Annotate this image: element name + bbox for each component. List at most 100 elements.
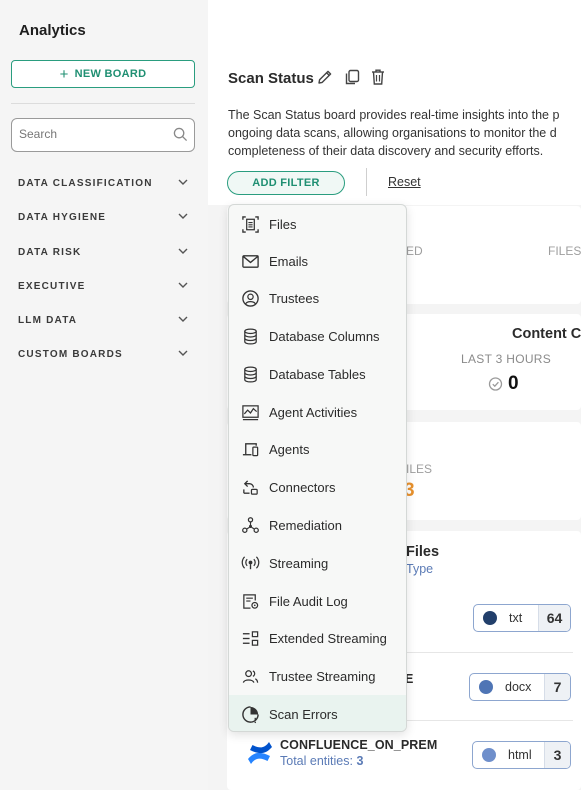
menu-item-label: File Audit Log xyxy=(269,593,348,609)
broadcast-icon xyxy=(241,555,260,569)
file-type-label: docx xyxy=(505,680,532,694)
file-type-label: html xyxy=(508,748,532,762)
last-3-hours-number: 0 xyxy=(508,373,519,394)
column-header-iles: ILES xyxy=(406,462,433,476)
file-type-count: 3 xyxy=(544,742,570,768)
menu-item-agent-activities[interactable]: Agent Activities xyxy=(229,393,406,431)
filter-dropdown-menu: Files Emails Trustees Database Columns D… xyxy=(228,204,407,732)
check-refresh-icon xyxy=(488,376,504,392)
connector-icon xyxy=(243,479,258,495)
search-icon[interactable] xyxy=(173,127,188,147)
menu-item-label: Database Columns xyxy=(269,328,380,344)
menu-item-files[interactable]: Files xyxy=(229,205,406,243)
sidebar-divider xyxy=(11,103,195,104)
description-line: completeness of their data discovery and… xyxy=(228,144,544,158)
file-text-icon xyxy=(242,215,259,233)
menu-item-label: Trustees xyxy=(269,290,320,306)
menu-item-trustees[interactable]: Trustees xyxy=(229,279,406,317)
copy-icon[interactable] xyxy=(343,68,361,91)
menu-item-agents[interactable]: Agents xyxy=(229,430,406,468)
menu-item-label: Agents xyxy=(269,441,310,457)
chevron-down-icon xyxy=(178,315,188,326)
mail-icon xyxy=(242,254,259,268)
entities-label: Total entities: xyxy=(280,754,353,768)
file-type-badge-docx[interactable]: docx 7 xyxy=(469,673,571,701)
menu-item-remediation[interactable]: Remediation xyxy=(229,506,406,544)
sidebar-title: Analytics xyxy=(19,22,86,39)
chevron-down-icon xyxy=(178,247,188,258)
menu-item-label: Trustee Streaming xyxy=(269,668,376,684)
sidebar-item-data-hygiene[interactable]: DATA HYGIENE xyxy=(18,209,188,225)
file-type-badge-html[interactable]: html 3 xyxy=(472,741,571,769)
menu-item-file-audit-log[interactable]: File Audit Log xyxy=(229,582,406,620)
new-board-button[interactable]: + NEW BOARD xyxy=(11,60,195,88)
extended-stream-icon xyxy=(242,630,259,646)
menu-item-extended-streaming[interactable]: Extended Streaming xyxy=(229,619,406,657)
devices-icon xyxy=(242,442,259,456)
edit-icon[interactable] xyxy=(316,68,334,91)
legend-dot xyxy=(482,748,496,762)
sidebar-item-label: LLM DATA xyxy=(18,314,78,326)
menu-item-label: Files xyxy=(269,216,297,232)
user-circle-icon xyxy=(242,289,259,307)
menu-item-label: Emails xyxy=(269,253,309,269)
sidebar-item-label: DATA RISK xyxy=(18,246,82,258)
file-type-count: 7 xyxy=(544,674,570,700)
audit-log-icon xyxy=(243,593,259,609)
chevron-down-icon xyxy=(178,178,188,189)
chevron-down-icon xyxy=(178,281,188,292)
board-description: The Scan Status board provides real-time… xyxy=(228,106,581,160)
search-box xyxy=(11,118,195,152)
plus-icon: + xyxy=(59,65,69,83)
chevron-down-icon xyxy=(178,349,188,360)
description-line: The Scan Status board provides real-time… xyxy=(228,108,560,122)
legend-dot xyxy=(479,680,493,694)
sidebar-item-data-risk[interactable]: DATA RISK xyxy=(18,244,188,260)
menu-item-database-columns[interactable]: Database Columns xyxy=(229,317,406,355)
sidebar-item-label: DATA CLASSIFICATION xyxy=(18,177,153,189)
menu-item-label: Scan Errors xyxy=(269,706,338,722)
last-3-hours-value: 0 xyxy=(488,373,519,395)
chevron-down-icon xyxy=(178,212,188,223)
sidebar: Analytics + NEW BOARD DATA CLASSIFICATIO… xyxy=(0,0,208,790)
sidebar-item-executive[interactable]: EXECUTIVE xyxy=(18,278,188,294)
menu-item-label: Remediation xyxy=(269,517,342,533)
trash-icon[interactable] xyxy=(370,68,386,91)
files-card-title: Files xyxy=(406,544,440,560)
menu-item-emails[interactable]: Emails xyxy=(229,242,406,280)
menu-item-label: Agent Activities xyxy=(269,404,358,420)
sidebar-item-label: EXECUTIVE xyxy=(18,280,86,292)
sidebar-item-custom-boards[interactable]: CUSTOM BOARDS xyxy=(18,346,188,362)
menu-item-label: Streaming xyxy=(269,555,329,571)
menu-item-streaming[interactable]: Streaming xyxy=(229,544,406,582)
title-actions xyxy=(316,68,386,91)
database-icon xyxy=(244,365,257,383)
description-line: ongoing data scans, allowing organisatio… xyxy=(228,126,557,140)
reset-link[interactable]: Reset xyxy=(388,175,421,189)
sidebar-item-llm-data[interactable]: LLM DATA xyxy=(18,312,188,328)
entities-value: 3 xyxy=(356,754,364,768)
file-type-label: txt xyxy=(509,611,523,625)
menu-item-database-tables[interactable]: Database Tables xyxy=(229,355,406,393)
menu-item-label: Extended Streaming xyxy=(269,630,387,646)
sidebar-item-data-classification[interactable]: DATA CLASSIFICATION xyxy=(18,175,188,191)
last-3-hours-label: LAST 3 HOURS xyxy=(461,352,552,366)
files-card-subtitle: Type xyxy=(406,562,434,576)
search-input[interactable] xyxy=(19,127,169,141)
menu-item-connectors[interactable]: Connectors xyxy=(229,468,406,506)
add-filter-button[interactable]: ADD FILTER xyxy=(227,171,345,195)
column-header-files: FILES xyxy=(548,244,581,258)
menu-item-scan-errors[interactable]: Scan Errors xyxy=(229,695,406,731)
legend-dot xyxy=(483,611,497,625)
file-type-badge-txt[interactable]: txt 64 xyxy=(473,604,571,632)
page-title: Scan Status xyxy=(228,70,314,87)
activity-chart-icon xyxy=(242,404,259,420)
new-board-label: NEW BOARD xyxy=(74,68,147,80)
connector-name: CONFLUENCE_ON_PREM xyxy=(280,738,438,752)
toolbar-divider xyxy=(366,168,367,196)
menu-item-trustee-streaming[interactable]: Trustee Streaming xyxy=(229,657,406,695)
menu-item-label: Database Tables xyxy=(269,366,366,382)
content-card-title: Content C xyxy=(512,326,581,342)
confluence-logo-icon xyxy=(246,739,274,767)
column-header-partial: ED xyxy=(406,244,423,258)
